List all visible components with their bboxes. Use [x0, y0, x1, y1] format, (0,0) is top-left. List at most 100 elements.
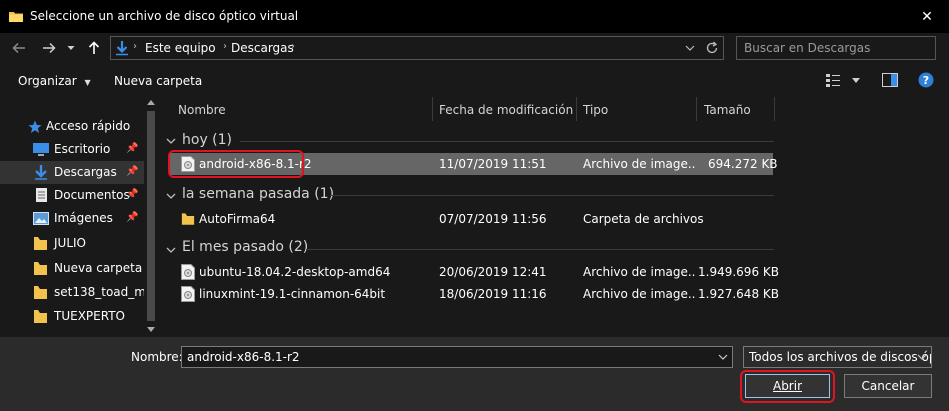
- scrollbar-thumb[interactable]: [147, 111, 155, 321]
- column-header-size[interactable]: Tamaño: [704, 103, 751, 117]
- address-bar[interactable]: › Este equipo › Descargas ›: [110, 36, 724, 60]
- recent-locations-button[interactable]: [64, 37, 78, 59]
- sidebar-item-label: Escritorio: [54, 142, 111, 156]
- group-divider: [306, 249, 774, 250]
- chevron-down-icon: ▼: [84, 78, 91, 87]
- column-header-name[interactable]: Nombre: [178, 103, 226, 117]
- file-type: Archivo de image...: [583, 287, 695, 301]
- file-size: 694.272 KB: [708, 157, 778, 171]
- file-row-ubuntu[interactable]: ubuntu-18.04.2-desktop-amd64 20/06/2019 …: [170, 261, 779, 283]
- disc-image-icon: [181, 264, 195, 280]
- file-date: 18/06/2019 11:16: [439, 287, 547, 301]
- documents-icon: [36, 188, 47, 202]
- column-header-type[interactable]: Tipo: [583, 103, 608, 117]
- sidebar-item-label: Acceso rápido: [46, 119, 131, 133]
- file-type: Archivo de image...: [583, 157, 695, 171]
- breadcrumb-item-descargas[interactable]: Descargas: [231, 41, 294, 55]
- disc-image-icon: [181, 286, 195, 302]
- back-button[interactable]: [8, 37, 30, 59]
- details-view-icon: [826, 74, 840, 87]
- file-name-label: Nombre:: [131, 350, 183, 364]
- folder-icon: [34, 310, 47, 323]
- file-row-autofirma64[interactable]: AutoFirma64 07/07/2019 11:56 Carpeta de …: [170, 208, 773, 230]
- chevron-down-icon[interactable]: [917, 354, 927, 360]
- column-divider[interactable]: [432, 97, 433, 121]
- column-header-date[interactable]: Fecha de modificación: [439, 103, 573, 117]
- arrow-left-icon: [12, 42, 25, 54]
- file-name-input[interactable]: android-x86-8.1-r2: [181, 346, 733, 368]
- column-divider[interactable]: [576, 97, 577, 121]
- dialog-footer: Nombre: android-x86-8.1-r2 Todos los arc…: [0, 337, 949, 411]
- column-divider[interactable]: [696, 97, 697, 121]
- open-button-label: Abrir: [772, 379, 803, 393]
- sidebar-item-acceso-rapido[interactable]: Acceso rápido: [0, 115, 144, 138]
- sidebar-item-escritorio[interactable]: Escritorio 📌: [0, 138, 144, 161]
- desktop-icon: [33, 143, 49, 156]
- file-name: linuxmint-19.1-cinnamon-64bit: [199, 287, 386, 301]
- pictures-icon: [33, 212, 49, 225]
- help-icon[interactable]: ?: [918, 72, 934, 88]
- file-name: AutoFirma64: [199, 212, 276, 226]
- sidebar-item-tuexperto[interactable]: TUEXPERTO: [0, 305, 144, 328]
- organize-button[interactable]: Organizar ▼: [18, 74, 91, 88]
- sidebar-item-descargas[interactable]: Descargas 📌: [0, 161, 144, 184]
- breadcrumb-item-este-equipo[interactable]: Este equipo: [145, 41, 216, 55]
- chevron-down-icon[interactable]: [852, 78, 860, 83]
- sidebar-item-documentos[interactable]: Documentos 📌: [0, 184, 144, 207]
- group-header-el-mes-pasado[interactable]: El mes pasado (2): [182, 239, 308, 255]
- search-input[interactable]: Buscar en Descargas: [736, 36, 936, 60]
- breadcrumb-chevron-icon: ›: [133, 41, 137, 52]
- refresh-icon[interactable]: [705, 41, 719, 55]
- download-icon: [116, 41, 128, 56]
- scroll-up-arrow-icon[interactable]: [147, 100, 155, 105]
- group-divider: [240, 141, 774, 142]
- file-list: Nombre Fecha de modificación Tipo Tamaño…: [160, 95, 949, 337]
- star-icon: [28, 120, 42, 133]
- group-header-la-semana-pasada[interactable]: la semana pasada (1): [182, 186, 334, 202]
- sidebar-item-label: Documentos: [54, 188, 130, 202]
- pin-icon: 📌: [126, 143, 139, 154]
- navigation-pane: Acceso rápido Escritorio 📌 Descargas 📌 D…: [0, 95, 158, 337]
- group-header-hoy[interactable]: hoy (1): [182, 132, 232, 148]
- svg-text:?: ?: [923, 74, 929, 87]
- pin-icon: 📌: [126, 166, 139, 177]
- cancel-button[interactable]: Cancelar: [844, 374, 932, 398]
- scroll-down-arrow-icon[interactable]: [147, 327, 155, 332]
- file-row-linuxmint[interactable]: linuxmint-19.1-cinnamon-64bit 18/06/2019…: [170, 283, 779, 305]
- file-name-value: android-x86-8.1-r2: [187, 350, 300, 364]
- group-collapse-chevron-icon[interactable]: [166, 188, 176, 202]
- chevron-down-icon: [67, 46, 75, 50]
- open-button[interactable]: Abrir: [745, 374, 830, 398]
- sidebar-item-label: Nueva carpeta: [54, 261, 143, 275]
- preview-pane-icon[interactable]: [882, 73, 898, 87]
- sidebar-item-julio[interactable]: JULIO: [0, 232, 144, 255]
- chevron-down-icon[interactable]: [718, 354, 728, 360]
- annotation-highlight: [168, 150, 304, 178]
- up-button[interactable]: [84, 37, 104, 59]
- sidebar-item-nueva-carpeta[interactable]: Nueva carpeta: [0, 257, 144, 280]
- file-name: ubuntu-18.04.2-desktop-amd64: [199, 265, 391, 279]
- group-collapse-chevron-icon[interactable]: [166, 242, 176, 256]
- group-divider: [330, 195, 774, 196]
- app-icon: [9, 12, 23, 22]
- file-type-filter-select[interactable]: Todos los archivos de discos óp: [743, 346, 932, 368]
- forward-button[interactable]: [38, 37, 60, 59]
- folder-icon: [34, 286, 47, 299]
- column-divider[interactable]: [774, 97, 775, 121]
- close-button[interactable]: ✕: [905, 0, 949, 33]
- folder-icon: [181, 213, 195, 225]
- new-folder-button[interactable]: Nueva carpeta: [114, 74, 202, 88]
- pin-icon: 📌: [126, 189, 139, 200]
- arrow-up-icon: [88, 41, 100, 54]
- sidebar-item-set138[interactable]: set138_toad_mar: [0, 281, 144, 304]
- close-icon: ✕: [921, 8, 933, 25]
- navigation-pane-scrollbar[interactable]: [144, 95, 158, 337]
- sidebar-item-imagenes[interactable]: Imágenes 📌: [0, 207, 144, 230]
- chevron-down-icon[interactable]: [685, 45, 695, 51]
- folder-icon: [34, 237, 47, 250]
- file-date: 11/07/2019 11:51: [439, 157, 547, 171]
- view-options-button[interactable]: [826, 73, 840, 90]
- group-collapse-chevron-icon[interactable]: [166, 133, 176, 147]
- file-date: 07/07/2019 11:56: [439, 212, 547, 226]
- sidebar-item-label: set138_toad_mar: [54, 285, 144, 299]
